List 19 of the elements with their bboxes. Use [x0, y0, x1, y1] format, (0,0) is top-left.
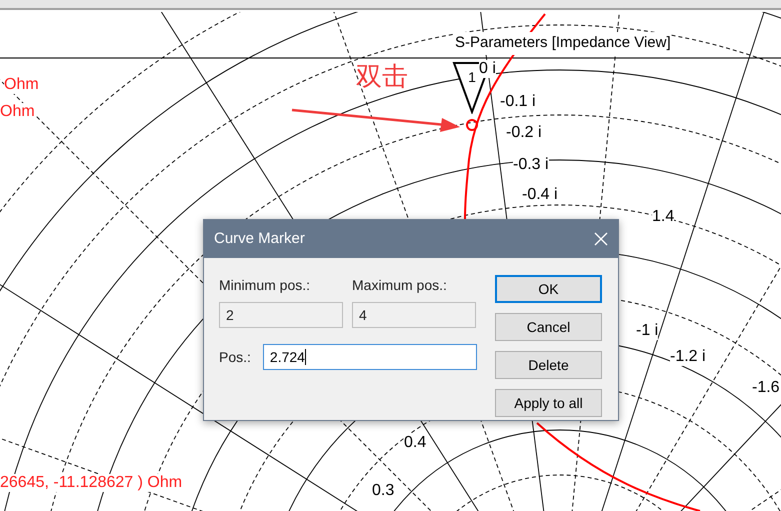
arrow-icon: [290, 107, 462, 133]
axis-tick-label: 0 i: [479, 60, 496, 78]
chart-title: S-Parameters [Impedance View]: [455, 32, 671, 54]
field-label: Maximum pos.:: [352, 276, 448, 294]
dialog-title: Curve Marker: [214, 228, 305, 249]
annotation-text: 双击: [356, 62, 408, 92]
dialog-button[interactable]: OK: [495, 275, 602, 303]
dialog-button[interactable]: Delete: [495, 351, 602, 379]
axis-tick-label: -1.2 i: [670, 348, 706, 366]
marker-label: 1: [468, 69, 476, 85]
field-label: Pos.:: [219, 348, 251, 366]
close-icon[interactable]: [594, 232, 608, 246]
input-field[interactable]: 2.724: [262, 344, 477, 370]
dialog-button[interactable]: Cancel: [495, 313, 602, 341]
dialog-button[interactable]: Apply to all: [495, 389, 602, 417]
axis-tick-label: -1 i: [636, 322, 658, 340]
impedance-readout: Ohm: [4, 76, 39, 94]
field-label: Minimum pos.:: [219, 276, 312, 294]
impedance-readout: 26645, -11.128627 ) Ohm: [0, 474, 182, 492]
